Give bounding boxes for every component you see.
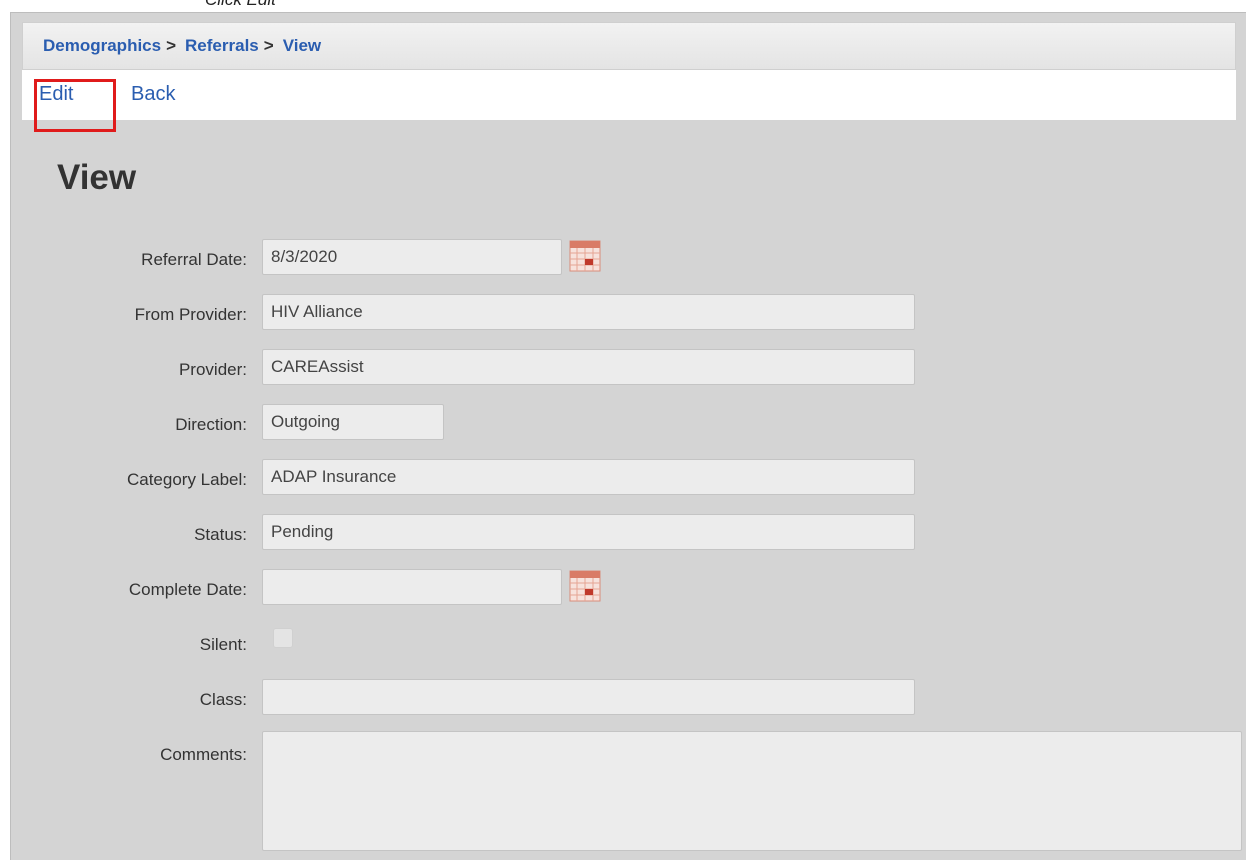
silent-checkbox[interactable]	[273, 628, 293, 648]
action-bar: Edit Back	[22, 70, 1236, 120]
comments-label: Comments:	[160, 745, 247, 764]
silent-label: Silent:	[199, 635, 247, 654]
from-provider-field[interactable]: HIV Alliance	[262, 294, 915, 330]
status-field[interactable]: Pending	[262, 514, 915, 550]
status-label: Status:	[194, 525, 247, 544]
complete-date-field[interactable]	[262, 569, 562, 605]
instruction-caption: Click Edit	[205, 0, 276, 10]
referral-date-label: Referral Date:	[141, 250, 247, 269]
comments-textarea[interactable]	[262, 731, 1242, 851]
category-label-label: Category Label:	[126, 470, 247, 489]
breadcrumb-view[interactable]: View	[283, 36, 321, 56]
referral-date-field[interactable]: 8/3/2020	[262, 239, 562, 275]
direction-label: Direction:	[175, 415, 247, 434]
breadcrumb-demographics[interactable]: Demographics	[43, 36, 161, 56]
breadcrumb-separator: >	[263, 36, 274, 55]
provider-field[interactable]: CAREAssist	[262, 349, 915, 385]
complete-date-label: Complete Date:	[128, 580, 247, 599]
provider-label: Provider:	[178, 360, 247, 379]
class-field[interactable]	[262, 679, 915, 715]
edit-highlight-box	[34, 79, 116, 132]
calendar-icon[interactable]	[569, 240, 601, 272]
breadcrumb: Demographics > Referrals > View	[22, 22, 1236, 70]
category-label-field[interactable]: ADAP Insurance	[262, 459, 915, 495]
class-label: Class:	[199, 690, 247, 709]
breadcrumb-referrals[interactable]: Referrals	[185, 36, 259, 56]
from-provider-label: From Provider:	[134, 305, 247, 324]
direction-field[interactable]: Outgoing	[262, 404, 444, 440]
back-link[interactable]: Back	[131, 70, 175, 118]
page-title: View	[57, 158, 137, 197]
breadcrumb-separator: >	[166, 36, 177, 55]
calendar-icon[interactable]	[569, 570, 601, 602]
